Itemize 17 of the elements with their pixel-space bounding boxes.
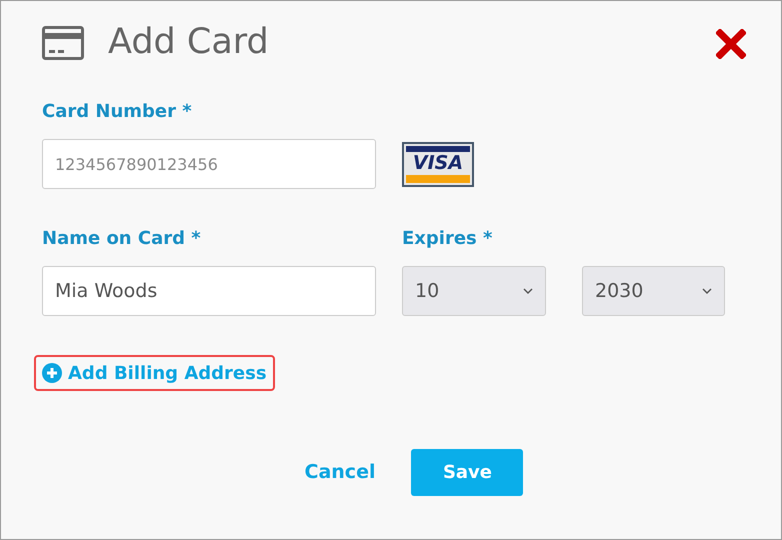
name-field[interactable]: Mia Woods [42,266,376,316]
chevron-down-icon [523,288,533,294]
year-select[interactable]: 2030 [582,266,725,316]
credit-card-icon [42,26,84,60]
plus-circle-icon [42,363,62,383]
close-button[interactable] [716,28,746,58]
card-number-field[interactable]: 1234567890123456 [42,139,376,189]
card-brand-logo: VISA [402,142,474,186]
field-label: Expires * [402,227,494,251]
field-label: Name on Card * [42,227,202,251]
save-button[interactable]: Save [411,449,524,496]
field-label: Card Number * [42,100,193,124]
chevron-down-icon [702,288,712,294]
month-select[interactable]: 10 [402,266,546,316]
dialog-title: Add Card [108,25,269,60]
cancel-button[interactable]: Cancel [304,458,376,487]
add-billing-address-link[interactable]: Add Billing Address [34,355,275,391]
